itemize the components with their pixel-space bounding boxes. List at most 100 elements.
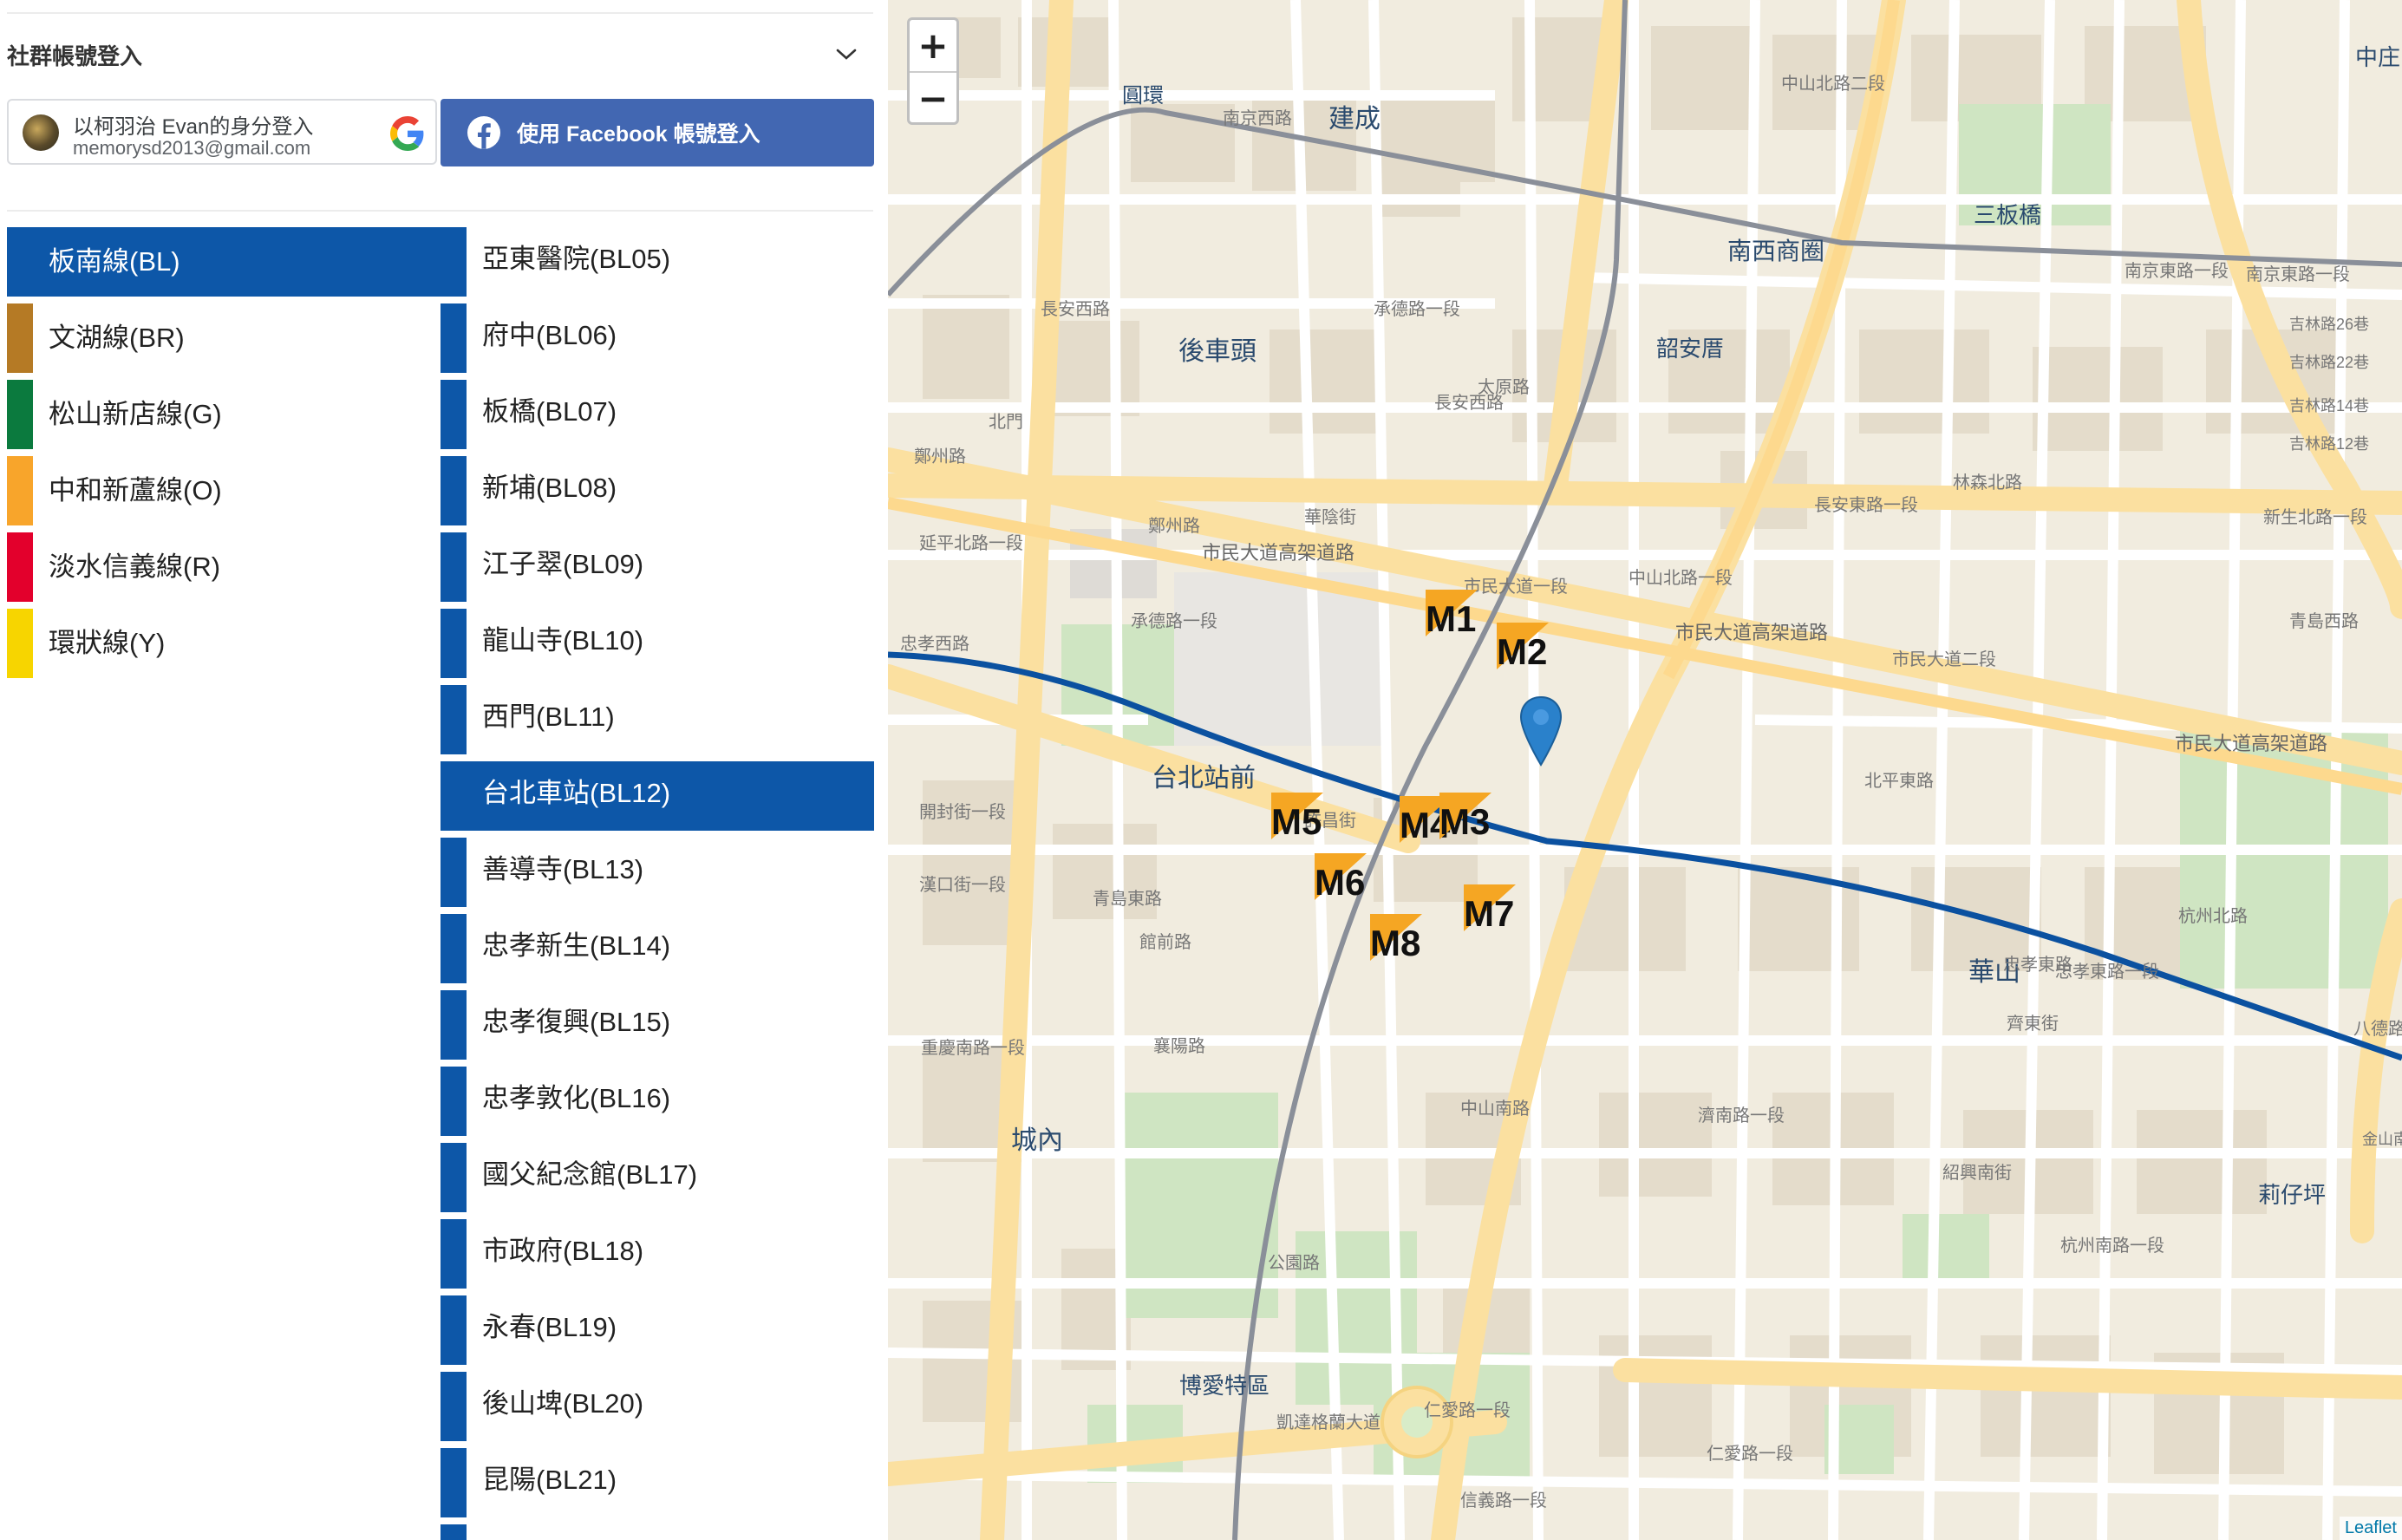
- road-label: 紹興南街: [1942, 1164, 2012, 1183]
- station-item[interactable]: 府中(BL06): [441, 303, 874, 373]
- line-color-bar: [7, 380, 33, 449]
- station-label: 新埔(BL08): [482, 473, 617, 503]
- road-label: 北平東路: [1864, 772, 1934, 791]
- line-item-wenhu[interactable]: 文湖線(BR): [7, 303, 441, 373]
- road-label: 青島西路: [2289, 612, 2359, 631]
- line-item-tamsui-xinyi[interactable]: 淡水信義線(R): [7, 532, 441, 602]
- road-label: 吉林路14巷: [2289, 397, 2370, 414]
- line-color-bar: [441, 456, 467, 525]
- line-color-bar: [441, 1524, 467, 1540]
- station-label: 昆陽(BL21): [482, 1465, 617, 1495]
- station-item[interactable]: 忠孝復興(BL15): [441, 990, 874, 1060]
- station-label: 西門(BL11): [482, 701, 615, 732]
- chevron-down-icon[interactable]: [829, 37, 864, 72]
- location-pin-icon[interactable]: [1519, 695, 1563, 767]
- exit-marker[interactable]: M3: [1439, 793, 1491, 845]
- line-item-songshan-xindian[interactable]: 松山新店線(G): [7, 380, 441, 449]
- google-login-button[interactable]: 以柯羽治 Evan的身分登入 memorysd2013@gmail.com: [7, 99, 437, 165]
- station-item[interactable]: 國父紀念館(BL17): [441, 1143, 874, 1212]
- line-color-bar: [441, 380, 467, 449]
- road-label: 華陰街: [1304, 508, 1356, 527]
- line-color-bar: [7, 532, 33, 602]
- road-label: 新生北路一段: [2263, 508, 2367, 527]
- station-item[interactable]: 板橋(BL07): [441, 380, 874, 449]
- place-label: 三板橋: [1974, 202, 2042, 228]
- station-label: 忠孝新生(BL14): [482, 930, 671, 961]
- road-label: 中山南路: [1460, 1100, 1530, 1119]
- line-color-bar: [7, 609, 33, 678]
- line-color-bar: [441, 990, 467, 1060]
- station-item[interactable]: 善導寺(BL13): [441, 838, 874, 907]
- place-label: 後車頭: [1178, 337, 1256, 366]
- map-attribution-link[interactable]: Leaflet: [2339, 1517, 2402, 1540]
- road-label: 吉林路12巷: [2289, 435, 2370, 453]
- road-label: 重慶南路一段: [921, 1039, 1025, 1058]
- road-label: 杭州北路: [2178, 907, 2248, 926]
- station-item[interactable]: 忠孝敦化(BL16): [441, 1067, 874, 1136]
- line-label: 松山新店線(G): [49, 399, 222, 429]
- road-label: 承德路一段: [1131, 612, 1217, 631]
- social-login-title: 社群帳號登入: [7, 42, 143, 69]
- station-item[interactable]: 後山埤(BL20): [441, 1372, 874, 1441]
- road-label: 中山北路一段: [1629, 569, 1733, 588]
- station-item[interactable]: 龍山寺(BL10): [441, 609, 874, 678]
- road-label: 吉林路22巷: [2289, 354, 2370, 371]
- exit-marker[interactable]: M7: [1464, 884, 1516, 936]
- station-item[interactable]: 市政府(BL18): [441, 1219, 874, 1289]
- avatar: [23, 114, 59, 151]
- road-label: 太原路: [1478, 378, 1530, 397]
- exit-marker[interactable]: M5: [1271, 793, 1323, 845]
- line-color-bar: [441, 685, 467, 754]
- road-label: 市民大道高架道路: [2175, 733, 2328, 754]
- station-label: 國父紀念館(BL17): [482, 1159, 698, 1190]
- line-item-zhonghe-xinlu[interactable]: 中和新蘆線(O): [7, 456, 441, 525]
- zoom-in-button[interactable]: +: [910, 20, 956, 73]
- exit-label: M6: [1315, 862, 1366, 903]
- line-color-bar: [441, 1295, 467, 1365]
- map-basemap[interactable]: [888, 0, 2402, 1540]
- line-label: 中和新蘆線(O): [49, 475, 222, 506]
- exit-label: M3: [1439, 801, 1491, 842]
- station-label: 府中(BL06): [482, 320, 617, 350]
- line-item-circular[interactable]: 環狀線(Y): [7, 609, 441, 678]
- station-item[interactable]: 永春(BL19): [441, 1295, 874, 1365]
- line-item-bannan[interactable]: 板南線(BL): [7, 227, 441, 297]
- facebook-login-button[interactable]: 使用 Facebook 帳號登入: [441, 99, 874, 166]
- station-label: 板橋(BL07): [482, 396, 617, 427]
- place-label: 城內: [1011, 1126, 1063, 1155]
- road-label: 公園路: [1268, 1254, 1320, 1273]
- divider: [7, 210, 873, 212]
- exit-marker[interactable]: M8: [1370, 914, 1422, 966]
- line-color-bar: [441, 227, 467, 297]
- station-item[interactable]: 昆陽(BL21): [441, 1448, 874, 1517]
- line-label: 環狀線(Y): [49, 628, 166, 658]
- station-item[interactable]: 忠孝新生(BL14): [441, 914, 874, 983]
- road-label: 忠孝西路: [900, 635, 969, 654]
- road-label: 金山南路: [2362, 1131, 2402, 1148]
- line-color-bar: [441, 1219, 467, 1289]
- place-label: 中庄: [2355, 44, 2401, 70]
- line-color-bar: [441, 1143, 467, 1212]
- zoom-out-button[interactable]: −: [910, 73, 956, 124]
- exit-marker[interactable]: M1: [1426, 590, 1478, 642]
- station-item-selected[interactable]: 台北車站(BL12): [441, 761, 874, 831]
- exit-marker[interactable]: M6: [1315, 853, 1367, 905]
- station-item[interactable]: 江子翠(BL09): [441, 532, 874, 602]
- exit-marker[interactable]: M2: [1497, 623, 1549, 675]
- line-color-bar: [441, 303, 467, 373]
- road-label: 襄陽路: [1153, 1037, 1205, 1056]
- station-item[interactable]: 西門(BL11): [441, 685, 874, 754]
- map[interactable]: 圓環 建成 後車頭 韶安厝 南西商圈 三板橋 台北站前 華山 城內 博愛特區 莉…: [888, 0, 2402, 1540]
- road-label: 南京東路一段: [2246, 265, 2350, 284]
- station-item[interactable]: 新埔(BL08): [441, 456, 874, 525]
- road-label: 杭州南路一段: [2060, 1237, 2164, 1256]
- exit-label: M7: [1464, 893, 1515, 934]
- station-label: 忠孝敦化(BL16): [482, 1083, 671, 1113]
- social-login-header[interactable]: 社群帳號登入: [7, 16, 874, 94]
- station-item[interactable]: 亞東醫院(BL05): [441, 227, 874, 297]
- road-label: 鄭州路: [914, 447, 966, 467]
- station-label: 市政府(BL18): [482, 1236, 644, 1266]
- road-label: 濟南路一段: [1698, 1106, 1785, 1126]
- station-item-partial[interactable]: [441, 1524, 874, 1540]
- station-label: 永春(BL19): [482, 1312, 617, 1342]
